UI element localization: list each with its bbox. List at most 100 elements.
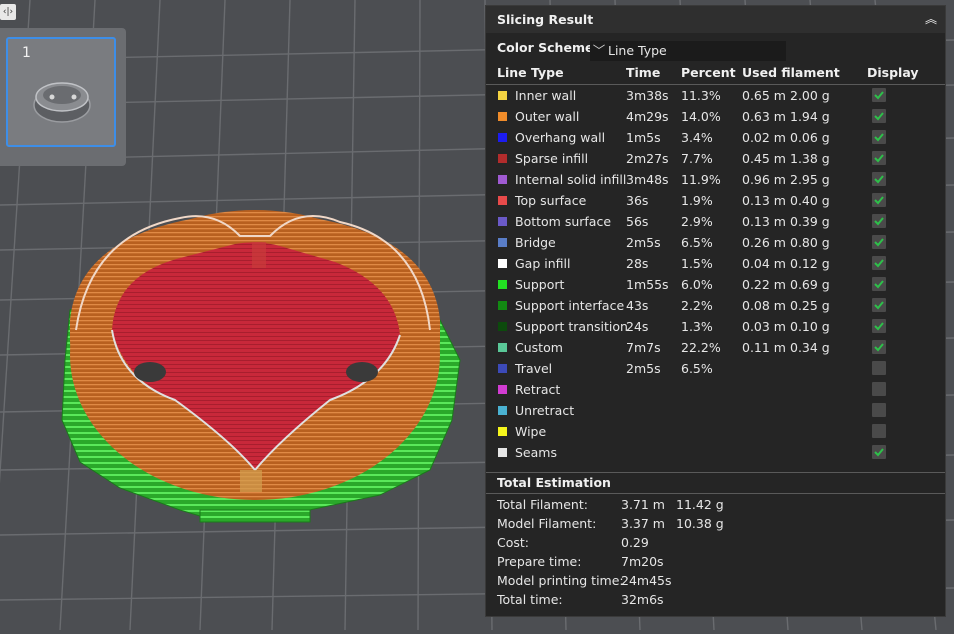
line-type-name: Top surface [515, 193, 587, 208]
totals-divider [486, 493, 945, 494]
slicing-result-panel: Slicing Result ︽ Color Scheme ﹀ Line Type… [485, 5, 946, 617]
color-scheme-select[interactable]: ﹀ Line Type [590, 41, 786, 61]
display-checkbox[interactable] [872, 109, 886, 123]
collapse-panel-icon[interactable]: ︽ [923, 11, 939, 27]
filament-length: 0.03 m [742, 319, 786, 334]
percent-value: 7.7% [681, 151, 713, 166]
color-swatch [498, 259, 507, 268]
header-percent: Percent [681, 65, 736, 80]
total-value-secondary: 10.38 g [676, 516, 724, 531]
display-checkbox[interactable] [872, 151, 886, 165]
line-type-row: Support 1m55s 6.0% 0.22 m 0.69 g [486, 274, 945, 295]
total-row: Prepare time: 7m20s [486, 552, 945, 571]
filament-weight: 0.10 g [790, 319, 830, 334]
percent-value: 6.5% [681, 361, 713, 376]
time-value: 3m48s [626, 172, 669, 187]
filament-length: 0.63 m [742, 109, 786, 124]
display-checkbox[interactable] [872, 172, 886, 186]
total-value: 0.29 [621, 535, 649, 550]
total-label: Total time: [497, 592, 563, 607]
line-type-name: Support interface [515, 298, 625, 313]
line-type-name: Internal solid infill [515, 172, 627, 187]
display-checkbox[interactable] [872, 235, 886, 249]
line-type-row: Support interface 43s 2.2% 0.08 m 0.25 g [486, 295, 945, 316]
total-label: Model Filament: [497, 516, 597, 531]
color-scheme-label: Color Scheme [497, 40, 594, 55]
line-type-name: Support [515, 277, 565, 292]
checkmark-icon [874, 133, 884, 142]
display-checkbox[interactable] [872, 382, 886, 396]
filament-weight: 0.06 g [790, 130, 830, 145]
color-swatch [498, 364, 507, 373]
line-type-row: Bridge 2m5s 6.5% 0.26 m 0.80 g [486, 232, 945, 253]
line-type-row: Gap infill 28s 1.5% 0.04 m 0.12 g [486, 253, 945, 274]
line-type-row: Support transition 24s 1.3% 0.03 m 0.10 g [486, 316, 945, 337]
display-checkbox[interactable] [872, 424, 886, 438]
time-value: 24s [626, 319, 649, 334]
display-checkbox[interactable] [872, 403, 886, 417]
line-type-row: Travel 2m5s 6.5% [486, 358, 945, 379]
checkmark-icon [874, 238, 884, 247]
total-label: Model printing time: [497, 573, 624, 588]
total-label: Prepare time: [497, 554, 582, 569]
display-checkbox[interactable] [872, 214, 886, 228]
percent-value: 11.3% [681, 88, 721, 103]
time-value: 4m29s [626, 109, 669, 124]
line-type-name: Sparse infill [515, 151, 589, 166]
checkmark-icon [874, 448, 884, 457]
filament-weight: 1.94 g [790, 109, 830, 124]
display-checkbox[interactable] [872, 277, 886, 291]
display-checkbox[interactable] [872, 340, 886, 354]
filament-weight: 0.40 g [790, 193, 830, 208]
line-type-row: Outer wall 4m29s 14.0% 0.63 m 1.94 g [486, 106, 945, 127]
color-swatch [498, 280, 507, 289]
time-value: 1m5s [626, 130, 661, 145]
percent-value: 22.2% [681, 340, 721, 355]
header-line-type: Line Type [497, 65, 564, 80]
display-checkbox[interactable] [872, 88, 886, 102]
display-checkbox[interactable] [872, 319, 886, 333]
percent-value: 1.5% [681, 256, 713, 271]
line-type-row: Internal solid infill 3m48s 11.9% 0.96 m 2.9… [486, 169, 945, 190]
filament-length: 0.04 m [742, 256, 786, 271]
line-type-row: Wipe [486, 421, 945, 442]
line-type-name: Bottom surface [515, 214, 612, 229]
color-swatch [498, 154, 507, 163]
total-row: Model Filament: 3.37 m 10.38 g [486, 514, 945, 533]
percent-value: 2.2% [681, 298, 713, 313]
filament-length: 0.13 m [742, 193, 786, 208]
plate-preview-icon [33, 82, 91, 123]
filament-length: 0.22 m [742, 277, 786, 292]
total-value: 32m6s [621, 592, 664, 607]
display-checkbox[interactable] [872, 193, 886, 207]
collapse-sidebar-button[interactable]: ‹|› [0, 4, 16, 20]
color-swatch [498, 343, 507, 352]
filament-weight: 0.25 g [790, 298, 830, 313]
filament-weight: 0.34 g [790, 340, 830, 355]
line-type-name: Custom [515, 340, 563, 355]
line-type-row: Top surface 36s 1.9% 0.13 m 0.40 g [486, 190, 945, 211]
display-checkbox[interactable] [872, 361, 886, 375]
percent-value: 1.9% [681, 193, 713, 208]
display-checkbox[interactable] [872, 445, 886, 459]
color-scheme-value: Line Type [608, 43, 667, 58]
color-swatch [498, 301, 507, 310]
total-label: Cost: [497, 535, 530, 550]
totals-divider-top [486, 472, 945, 473]
line-type-row: Custom 7m7s 22.2% 0.11 m 0.34 g [486, 337, 945, 358]
total-row: Total Filament: 3.71 m 11.42 g [486, 495, 945, 514]
display-checkbox[interactable] [872, 130, 886, 144]
filament-length: 0.65 m [742, 88, 786, 103]
time-value: 43s [626, 298, 649, 313]
filament-weight: 0.12 g [790, 256, 830, 271]
color-swatch [498, 406, 507, 415]
line-type-row: Inner wall 3m38s 11.3% 0.65 m 2.00 g [486, 85, 945, 106]
line-type-name: Retract [515, 382, 561, 397]
color-swatch [498, 217, 507, 226]
filament-length: 0.13 m [742, 214, 786, 229]
line-type-name: Overhang wall [515, 130, 606, 145]
plate-thumbnail[interactable]: 1 [6, 37, 116, 147]
checkmark-icon [874, 259, 884, 268]
display-checkbox[interactable] [872, 256, 886, 270]
display-checkbox[interactable] [872, 298, 886, 312]
